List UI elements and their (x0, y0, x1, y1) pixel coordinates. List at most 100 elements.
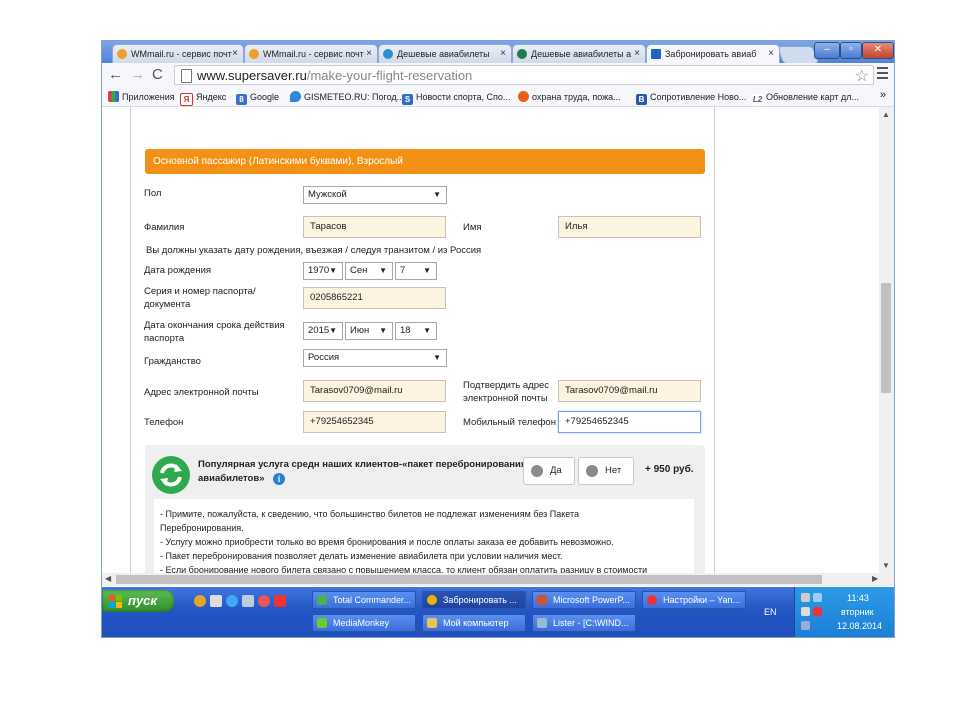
rebooking-service-box: Популярная услуга средн наших клиентов-«… (145, 445, 705, 573)
yandex-icon: Я (180, 93, 193, 106)
taskbar-chrome[interactable]: Забронировать ... (422, 591, 526, 609)
quicklaunch-icon[interactable] (274, 595, 286, 607)
phone-input[interactable]: +79254652345 (303, 411, 446, 433)
windows-taskbar: пуск Total Commander... Забронировать ..… (102, 587, 894, 637)
chevron-down-icon: ▼ (433, 190, 441, 199)
name-input[interactable]: Илья (558, 216, 701, 238)
bookmark-label: Приложения (122, 92, 175, 102)
bookmark-label: Google (250, 92, 280, 102)
exp-day-select[interactable]: 18 ▼ (395, 322, 437, 340)
maximize-button[interactable]: ▫ (840, 42, 862, 59)
tc-icon (317, 595, 327, 605)
tray-app-icon[interactable] (801, 621, 810, 630)
reload-icon[interactable]: C (152, 66, 163, 83)
email-input[interactable]: Tarasov0709@mail.ru (303, 380, 446, 402)
dob-year-select[interactable]: 1970 ▼ (303, 262, 343, 280)
quicklaunch-icon[interactable] (242, 595, 254, 607)
bookmark-maps[interactable]: L2 Обновление карт дл... (752, 90, 859, 105)
tab-book-flight[interactable]: Забронировать авиаб × (646, 44, 780, 63)
exp-year-value: 2015 (308, 325, 330, 336)
bookmark-gismeteo[interactable]: GISMETEO.RU: Погод... (290, 90, 404, 104)
taskbar-total-commander[interactable]: Total Commander... (312, 591, 416, 609)
bookmarks-more-icon[interactable]: » (880, 89, 886, 101)
bookmark-sports[interactable]: S Новости спорта, Спо... (402, 90, 510, 105)
tab-close-icon[interactable]: × (768, 45, 774, 63)
clock-time[interactable]: 11:43 (847, 593, 869, 603)
tab-cheap-flights-1[interactable]: Дешевые авиабилеты × (378, 44, 512, 63)
tab-close-icon[interactable]: × (366, 45, 372, 63)
radio-icon (531, 465, 543, 477)
hscroll-thumb[interactable] (116, 575, 822, 584)
scroll-right-icon[interactable]: ▶ (872, 574, 878, 583)
quicklaunch-icon[interactable] (194, 595, 206, 607)
taskbar-powerpoint[interactable]: Microsoft PowerP... (532, 591, 636, 609)
tab-close-icon[interactable]: × (232, 45, 238, 63)
surname-input[interactable]: Тарасов (303, 216, 446, 238)
horizontal-scrollbar[interactable]: ◀ ▶ (102, 573, 894, 586)
service-no-label: Нет (605, 465, 622, 476)
forward-arrow-icon[interactable]: → (130, 66, 145, 83)
mobile-input[interactable]: +79254652345 (558, 411, 701, 433)
citizenship-value: Россия (308, 352, 340, 363)
tab-cheap-flights-2[interactable]: Дешевые авиабилеты а × (512, 44, 646, 63)
service-no-button[interactable]: Нет (578, 457, 634, 485)
info-icon[interactable]: i (273, 473, 285, 485)
bookmark-star-icon[interactable]: ☆ (855, 66, 869, 86)
volume-icon[interactable] (801, 607, 810, 616)
email-confirm-input[interactable]: Tarasov0709@mail.ru (558, 380, 701, 402)
service-yes-button[interactable]: Да (523, 457, 575, 485)
taskbar-lister[interactable]: Lister - [C:\WIND... (532, 614, 636, 632)
wmmail-icon (117, 49, 127, 59)
taskbar-yandex-settings[interactable]: Настройки – Yan... (642, 591, 746, 609)
address-bar[interactable]: www.supersaver.ru/make-your-flight-reser… (174, 65, 874, 85)
mediamonkey-icon (317, 618, 327, 628)
gender-label: Пол (144, 188, 162, 199)
minimize-button[interactable]: – (814, 42, 840, 59)
content-border-left (130, 107, 131, 573)
scroll-thumb[interactable] (881, 283, 891, 393)
citizenship-select[interactable]: Россия ▼ (303, 349, 447, 367)
passport-input[interactable]: 0205865221 (303, 287, 446, 309)
language-indicator[interactable]: EN (764, 607, 777, 617)
gender-select[interactable]: Мужской ▼ (303, 186, 447, 204)
exp-year-select[interactable]: 2015 ▼ (303, 322, 343, 340)
exp-month-select[interactable]: Июн ▼ (345, 322, 393, 340)
bookmark-apps[interactable]: Приложения (108, 90, 175, 104)
taskbar-label: Total Commander... (333, 595, 412, 605)
dob-month-select[interactable]: Сен ▼ (345, 262, 393, 280)
name-label: Имя (463, 222, 482, 233)
bookmark-google[interactable]: 8 Google (236, 90, 280, 105)
back-arrow-icon[interactable]: ← (108, 66, 123, 83)
antivirus-icon[interactable] (813, 607, 822, 616)
dob-label: Дата рождения (144, 265, 212, 276)
tab-close-icon[interactable]: × (500, 45, 506, 63)
bookmark-resistance[interactable]: B Сопротивление Ново... (636, 90, 746, 105)
safety-icon (518, 91, 529, 102)
tab-close-icon[interactable]: × (634, 45, 640, 63)
vertical-scrollbar[interactable]: ▲ ▼ (879, 107, 894, 573)
clock-date: 12.08.2014 (837, 621, 883, 631)
quicklaunch-icon[interactable] (210, 595, 222, 607)
close-button[interactable]: ✕ (862, 42, 894, 59)
scroll-left-icon[interactable]: ◀ (105, 574, 111, 583)
tab-wmmail-2[interactable]: WMmail.ru - сервис почт × (244, 44, 378, 63)
taskbar-mediamonkey[interactable]: MediaMonkey (312, 614, 416, 632)
bookmark-yandex[interactable]: Я Яндекс (180, 90, 226, 106)
tab-label: Забронировать авиаб (665, 49, 757, 59)
taskbar-my-computer[interactable]: Мой компьютер (422, 614, 526, 632)
menu-icon[interactable] (877, 67, 888, 82)
start-button[interactable]: пуск (102, 590, 174, 612)
quicklaunch-icon[interactable] (226, 595, 238, 607)
quicklaunch-icon[interactable] (258, 595, 270, 607)
tray-app-icon[interactable] (813, 593, 822, 602)
tab-wmmail-1[interactable]: WMmail.ru - сервис почт × (112, 44, 244, 63)
lister-icon (537, 618, 547, 628)
scroll-down-icon[interactable]: ▼ (882, 561, 890, 570)
network-icon[interactable] (801, 593, 810, 602)
new-tab-button[interactable] (776, 46, 820, 64)
scroll-up-icon[interactable]: ▲ (882, 110, 890, 119)
bookmark-safety[interactable]: охрана труда, пожа... (518, 90, 621, 104)
bookmark-label: охрана труда, пожа... (532, 92, 621, 102)
dob-day-select[interactable]: 7 ▼ (395, 262, 437, 280)
expiry-label: Дата окончания срока действия паспорта (144, 320, 285, 344)
